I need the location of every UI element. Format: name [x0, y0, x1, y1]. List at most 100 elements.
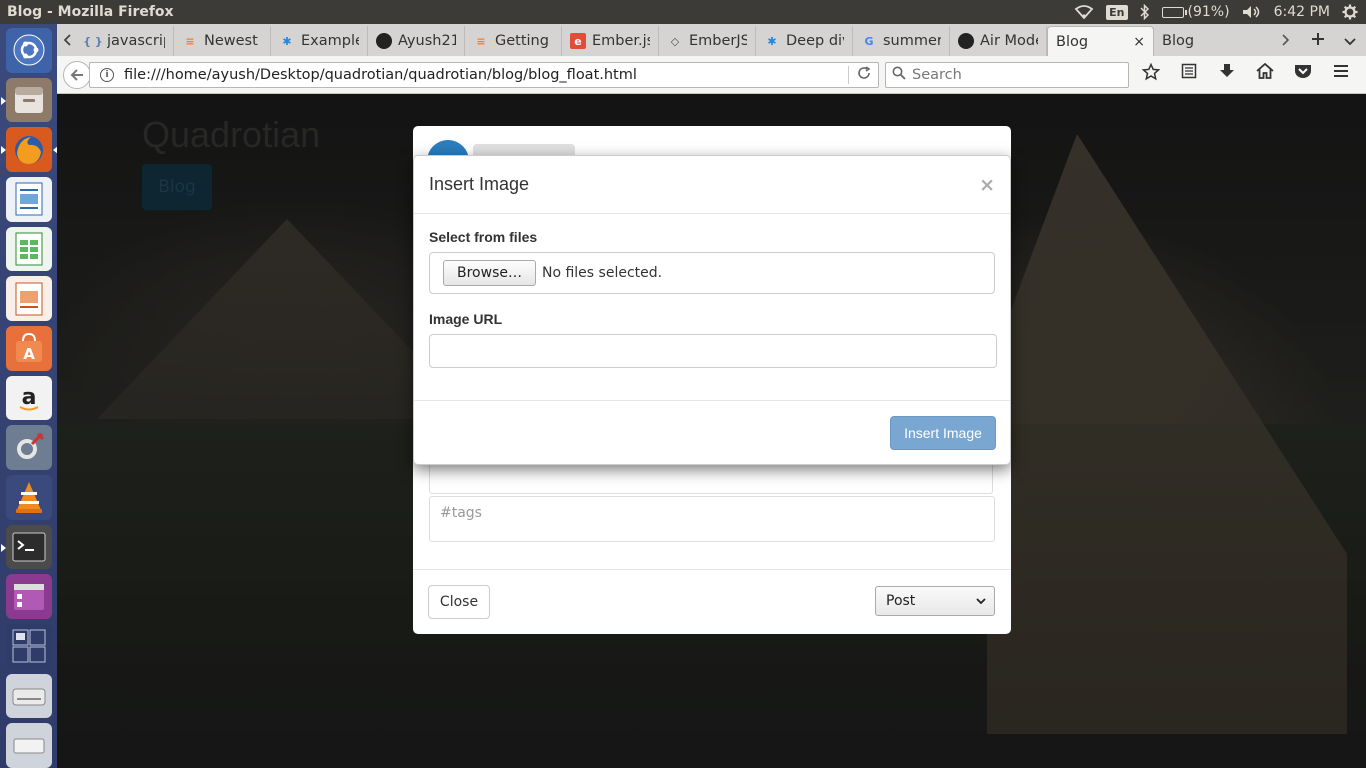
- google-icon: G: [864, 34, 874, 48]
- tab-label: Ember.js: [592, 33, 650, 49]
- site-info-icon[interactable]: i: [100, 67, 114, 82]
- page-viewport: Quadrotian Blog #tags Close Post Insert …: [57, 94, 1366, 768]
- file-status: No files selected.: [541, 265, 663, 281]
- url-bar[interactable]: i file:///home/ayush/Desktop/quadrotian/…: [89, 61, 879, 88]
- tab-8[interactable]: ✱ Deep div: [756, 26, 853, 56]
- vlc-icon[interactable]: [5, 475, 52, 520]
- browser-chrome: { } javascrip ≡ Newest ✱ Example Ayush21 ≡ Getti…: [57, 24, 1366, 94]
- search-placeholder: Search: [912, 66, 962, 83]
- back-button[interactable]: [63, 60, 91, 89]
- tab-9[interactable]: Gsummer: [853, 26, 950, 56]
- files-icon[interactable]: [0, 77, 52, 123]
- image-url-label: Image URL: [429, 311, 503, 327]
- reload-icon[interactable]: [848, 65, 878, 84]
- battery-indicator[interactable]: (91%): [1161, 4, 1230, 20]
- tab-strip: { } javascrip ≡ Newest ✱ Example Ayush21 ≡ Getti…: [57, 24, 1366, 56]
- clock[interactable]: 6:42 PM: [1274, 4, 1330, 20]
- tab-5[interactable]: ≡ Getting: [465, 26, 562, 56]
- bookmark-star-icon[interactable]: [1132, 62, 1170, 86]
- insert-image-modal: Insert Image × Select from files Browse……: [413, 155, 1011, 465]
- stack-overflow-icon: ≡: [476, 34, 486, 48]
- post-body-field[interactable]: [429, 464, 993, 494]
- menu-icon[interactable]: [1322, 63, 1360, 86]
- tab-list-icon[interactable]: [1334, 30, 1366, 51]
- impress-icon[interactable]: [5, 276, 52, 322]
- gear-icon: ✱: [282, 34, 292, 48]
- navigation-toolbar: i file:///home/ayush/Desktop/quadrotian/…: [57, 56, 1366, 94]
- tab-7[interactable]: ◇ EmberJS: [659, 26, 756, 56]
- tab-scroll-left-button[interactable]: [57, 24, 77, 56]
- post-type-select[interactable]: Post: [875, 586, 995, 616]
- writer-icon[interactable]: [5, 177, 52, 222]
- amazon-icon[interactable]: a: [5, 375, 52, 421]
- tab-label: Newest: [204, 33, 258, 49]
- ember-icon: e: [570, 33, 586, 49]
- wifi-icon[interactable]: [1074, 5, 1094, 19]
- tab-2[interactable]: ≡ Newest: [174, 26, 271, 56]
- tab-strip-controls: [1270, 24, 1366, 56]
- select-value: Post: [886, 593, 916, 609]
- tab-label: Ayush21: [398, 33, 456, 49]
- search-bar[interactable]: Search: [885, 61, 1129, 88]
- trash-icon[interactable]: [5, 723, 52, 768]
- tags-input[interactable]: #tags: [429, 496, 995, 542]
- firefox-icon[interactable]: [0, 127, 58, 173]
- indicator-area: En (91%) 6:42 PM: [1074, 4, 1366, 20]
- new-tab-icon[interactable]: [1302, 30, 1334, 51]
- gear-icon: ✱: [767, 34, 777, 48]
- chevron-down-icon: [976, 594, 986, 608]
- calc-icon[interactable]: [5, 226, 52, 272]
- svg-text:a: a: [21, 385, 36, 410]
- home-icon[interactable]: [1246, 62, 1284, 86]
- terminal-icon[interactable]: [0, 524, 52, 570]
- image-url-input[interactable]: [429, 334, 997, 368]
- close-icon[interactable]: ×: [979, 174, 995, 196]
- browse-button[interactable]: Browse…: [443, 260, 536, 286]
- tab-3[interactable]: ✱ Example: [271, 26, 368, 56]
- modal-header: Insert Image ×: [414, 156, 1010, 214]
- bluetooth-icon[interactable]: [1140, 4, 1150, 20]
- tab-label: Blog: [1162, 33, 1195, 49]
- tab-6[interactable]: e Ember.js: [562, 26, 659, 56]
- download-icon[interactable]: [1208, 63, 1246, 86]
- tab-active[interactable]: Blog ×: [1047, 26, 1154, 56]
- system-gear-icon[interactable]: [1342, 4, 1358, 20]
- unity-launcher: A a: [0, 24, 58, 768]
- close-button[interactable]: Close: [428, 585, 490, 619]
- diamond-icon: ◇: [670, 34, 680, 48]
- tab-blog-2[interactable]: Blog: [1154, 26, 1258, 56]
- battery-icon: [1161, 6, 1187, 18]
- tab-label: Deep div: [786, 33, 844, 49]
- tab-4[interactable]: Ayush21: [368, 26, 465, 56]
- software-center-icon[interactable]: A: [5, 326, 52, 371]
- workspaces-icon[interactable]: [5, 624, 52, 669]
- tab-label: Air Mode: [980, 33, 1038, 49]
- volume-icon[interactable]: [1242, 5, 1262, 19]
- footer-divider: [413, 569, 1011, 570]
- pocket-icon[interactable]: [1284, 63, 1322, 86]
- file-input[interactable]: Browse… No files selected.: [429, 252, 995, 294]
- keyboard-layout-indicator[interactable]: En: [1106, 4, 1128, 20]
- tab-1[interactable]: { } javascrip: [77, 26, 174, 56]
- running-indicator: [0, 146, 6, 155]
- ubuntu-dash-icon[interactable]: [5, 28, 52, 73]
- svg-text:A: A: [23, 345, 35, 363]
- insert-image-button[interactable]: Insert Image: [890, 416, 996, 450]
- app-icon[interactable]: [5, 574, 52, 620]
- close-tab-icon[interactable]: ×: [1133, 34, 1145, 50]
- tab-label: Blog: [1056, 33, 1089, 50]
- toolbar-icons: [1132, 62, 1360, 86]
- tab-scroll-right-icon[interactable]: [1270, 30, 1302, 51]
- tab-label: Example: [301, 33, 359, 49]
- stack-overflow-icon: ≡: [185, 34, 195, 48]
- select-files-label: Select from files: [429, 229, 538, 245]
- top-panel: Blog - Mozilla Firefox En (91%) 6:42 PM: [0, 0, 1366, 24]
- tab-label: summer: [883, 33, 941, 49]
- settings-icon[interactable]: [5, 425, 52, 471]
- reading-list-icon[interactable]: [1170, 63, 1208, 86]
- modal-title: Insert Image: [429, 174, 530, 194]
- running-indicator: [0, 96, 6, 105]
- tab-10[interactable]: Air Mode: [950, 26, 1047, 56]
- url-text: file:///home/ayush/Desktop/quadrotian/qu…: [124, 66, 637, 83]
- drive-icon[interactable]: [5, 673, 52, 719]
